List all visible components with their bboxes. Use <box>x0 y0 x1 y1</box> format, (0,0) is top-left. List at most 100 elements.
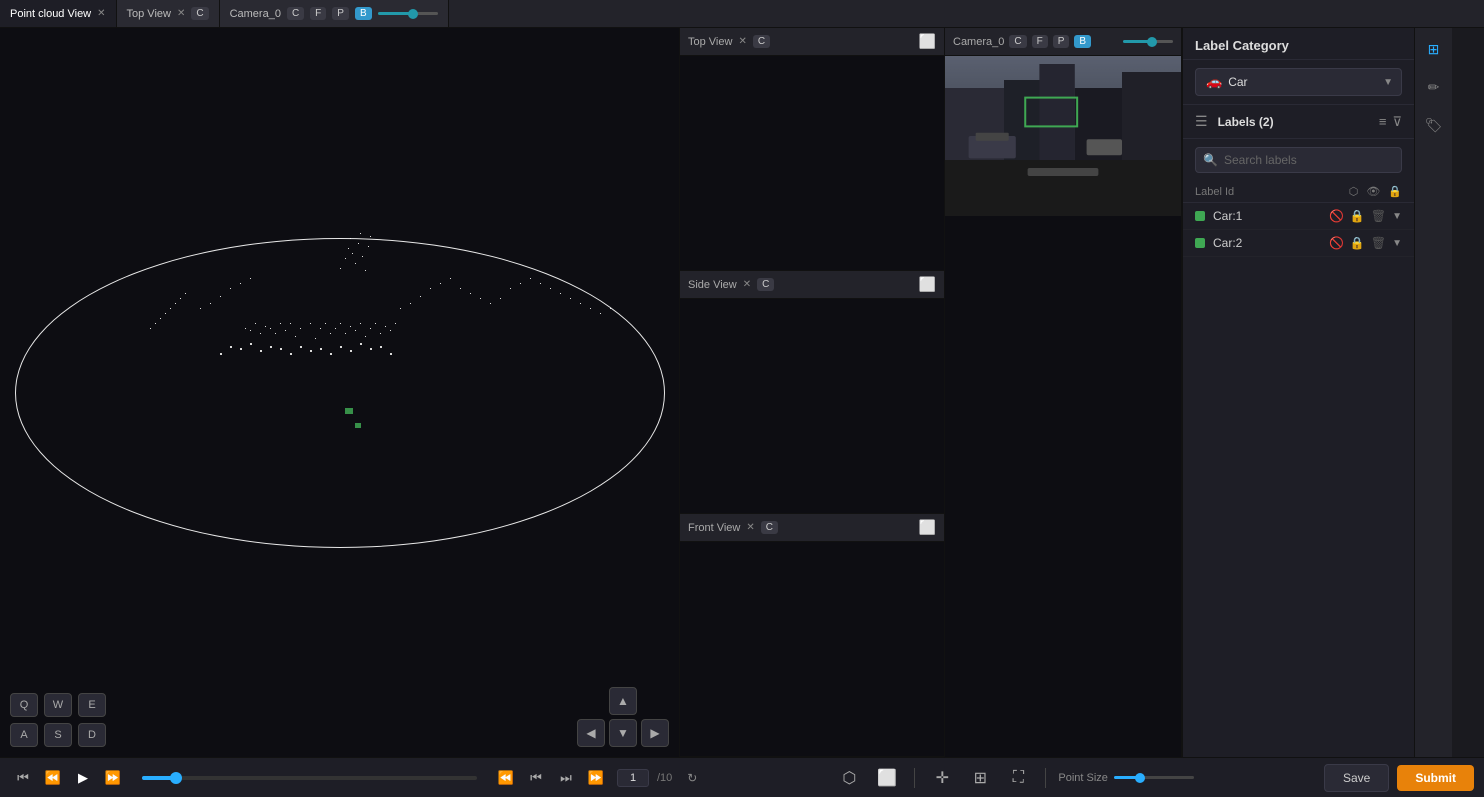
tool-fullscreen-btn[interactable]: ⛶ <box>1003 763 1033 793</box>
front-view-maximize[interactable]: ⬜ <box>919 519 936 536</box>
side-icon-edit[interactable]: ✏ <box>1421 74 1447 100</box>
camera-badge-f: F <box>1032 35 1048 48</box>
search-labels-box: 🔍 <box>1195 147 1402 173</box>
car2-eye-off-icon[interactable]: 🚫 <box>1329 236 1344 250</box>
prev-frame-btn[interactable]: ⏪ <box>40 765 66 791</box>
cam-badge-p: P <box>332 7 349 20</box>
top-view-close[interactable]: ✕ <box>738 36 746 47</box>
nav-up-btn[interactable]: ▲ <box>609 687 637 715</box>
side-view-badge: C <box>757 278 774 291</box>
nav-right-btn[interactable]: ▶ <box>641 719 669 747</box>
nav-arrows: ▲ ◀ ▼ ▶ <box>577 687 669 747</box>
next-frame-btn[interactable]: ⏩ <box>100 765 126 791</box>
right-panel: Label Category 🚗 Car ▼ ☰ Labels (2) ≡ ⊽ <box>1182 28 1452 757</box>
col-lock-icon: 🔒 <box>1388 185 1402 198</box>
top-view-svg <box>680 56 944 270</box>
filter-icon[interactable]: ⊽ <box>1392 114 1402 130</box>
car1-lock-icon[interactable]: 🔒 <box>1350 209 1365 223</box>
toolbar-mid: ⬡ ⬜ ✛ ⊞ ⛶ Point Size <box>834 763 1194 793</box>
progress-thumb <box>170 772 182 784</box>
middle-panels: Top View ✕ C ⬜ Side View ✕ C ⬜ <box>680 28 945 757</box>
tool-scale-btn[interactable]: ⊞ <box>965 763 995 793</box>
camera-badge-b: B <box>1074 35 1091 48</box>
kbd-s: S <box>44 723 72 747</box>
tool-box-btn[interactable]: ⬜ <box>872 763 902 793</box>
frame-input[interactable]: 1 <box>617 769 649 787</box>
kbd-w: W <box>44 693 72 717</box>
cam-brightness-slider[interactable] <box>378 12 438 15</box>
labels-header: ☰ Labels (2) ≡ ⊽ <box>1183 105 1414 139</box>
tab-pointcloud-close[interactable]: ✕ <box>97 8 105 19</box>
point-size-label: Point Size <box>1058 772 1108 784</box>
tab-pointcloud[interactable]: Point cloud View ✕ <box>0 0 117 27</box>
label-name-car2: Car:2 <box>1213 236 1329 250</box>
point-cloud-viewport[interactable]: Q W E A S D ▲ ◀ ▼ ▶ <box>0 28 679 757</box>
col-link-icon: ⬡ <box>1349 185 1359 198</box>
prev-btn2[interactable]: ⏮ <box>523 765 549 791</box>
camera-lower-area <box>945 216 1181 757</box>
fastforward-btn[interactable]: ⏩ <box>583 765 609 791</box>
tab-topview-close[interactable]: ✕ <box>177 8 185 19</box>
filter-sort-icon[interactable]: ≡ <box>1379 114 1387 129</box>
submit-button[interactable]: Submit <box>1397 765 1474 791</box>
kbd-d: D <box>78 723 106 747</box>
nav-down-btn[interactable]: ▼ <box>609 719 637 747</box>
tab-topview-badge: C <box>191 7 208 20</box>
top-view-content[interactable] <box>680 56 944 270</box>
point-size-slider[interactable] <box>1114 776 1194 779</box>
frame-total: /10 <box>657 772 672 784</box>
cam-badge-f: F <box>310 7 326 20</box>
car2-expand-icon[interactable]: ▼ <box>1392 238 1402 249</box>
tool-move-btn[interactable]: ✛ <box>927 763 957 793</box>
right-inner: Label Category 🚗 Car ▼ ☰ Labels (2) ≡ ⊽ <box>1183 28 1452 757</box>
top-view-maximize[interactable]: ⬜ <box>919 33 936 50</box>
tool-3d-btn[interactable]: ⬡ <box>834 763 864 793</box>
side-view-panel: Side View ✕ C ⬜ <box>680 271 944 514</box>
side-icon-layers[interactable]: ⊞ <box>1421 36 1447 62</box>
camera-header: Camera_0 C F P B <box>945 28 1181 56</box>
side-view-content[interactable] <box>680 299 944 513</box>
camera-viewport[interactable] <box>945 56 1181 216</box>
play-btn[interactable]: ▶ <box>70 765 96 791</box>
label-color-car2 <box>1195 238 1205 248</box>
label-row-car2-actions: 🚫 🔒 🗑 ▼ <box>1329 236 1402 250</box>
car1-expand-icon[interactable]: ▼ <box>1392 211 1402 222</box>
tab-topview-label: Top View <box>127 8 171 20</box>
side-view-header: Side View ✕ C ⬜ <box>680 271 944 299</box>
kbd-a: A <box>10 723 38 747</box>
save-button[interactable]: Save <box>1324 764 1389 792</box>
label-row-car1[interactable]: Car:1 🚫 🔒 🗑 ▼ <box>1183 203 1414 230</box>
refresh-btn[interactable]: ↻ <box>680 766 704 790</box>
nav-left-btn[interactable]: ◀ <box>577 719 605 747</box>
camera-brightness-slider[interactable] <box>1123 40 1173 43</box>
category-select-display[interactable]: 🚗 Car ▼ <box>1195 68 1402 96</box>
search-labels-input[interactable] <box>1195 147 1402 173</box>
main-area: Q W E A S D ▲ ◀ ▼ ▶ To <box>0 28 1484 757</box>
car1-eye-off-icon[interactable]: 🚫 <box>1329 209 1344 223</box>
next-btn2[interactable]: ⏭ <box>553 765 579 791</box>
side-icon-tags[interactable]: 🏷 <box>1421 112 1447 138</box>
top-bar: Point cloud View ✕ Top View ✕ C Camera_0… <box>0 0 1484 28</box>
progress-track[interactable] <box>142 776 477 780</box>
car2-lock-icon[interactable]: 🔒 <box>1350 236 1365 250</box>
car1-delete-icon[interactable]: 🗑 <box>1371 209 1386 223</box>
side-view-maximize[interactable]: ⬜ <box>919 276 936 293</box>
tool-separator-2 <box>1045 768 1046 788</box>
skip-to-start-btn[interactable]: ⏮ <box>10 765 36 791</box>
chevron-down-icon: ▼ <box>1383 77 1393 88</box>
labels-section: ☰ Labels (2) ≡ ⊽ 🔍 Label Id ⬡ 👁 <box>1183 105 1414 757</box>
side-view-svg <box>680 299 944 513</box>
rewind-btn[interactable]: ⏪ <box>493 765 519 791</box>
tab-camera[interactable]: Camera_0 C F P B <box>220 0 449 27</box>
front-view-content[interactable] <box>680 542 944 756</box>
side-view-close[interactable]: ✕ <box>743 279 751 290</box>
tab-topview[interactable]: Top View ✕ C <box>117 0 220 27</box>
top-view-header: Top View ✕ C ⬜ <box>680 28 944 56</box>
label-row-car2[interactable]: Car:2 🚫 🔒 🗑 ▼ <box>1183 230 1414 257</box>
label-actions-col-header: ⬡ 👁 🔒 <box>1349 185 1402 198</box>
point-size-section: Point Size <box>1058 772 1194 784</box>
front-view-close[interactable]: ✕ <box>746 522 754 533</box>
front-view-svg <box>680 542 944 756</box>
car2-delete-icon[interactable]: 🗑 <box>1371 236 1386 250</box>
front-view-badge: C <box>761 521 778 534</box>
